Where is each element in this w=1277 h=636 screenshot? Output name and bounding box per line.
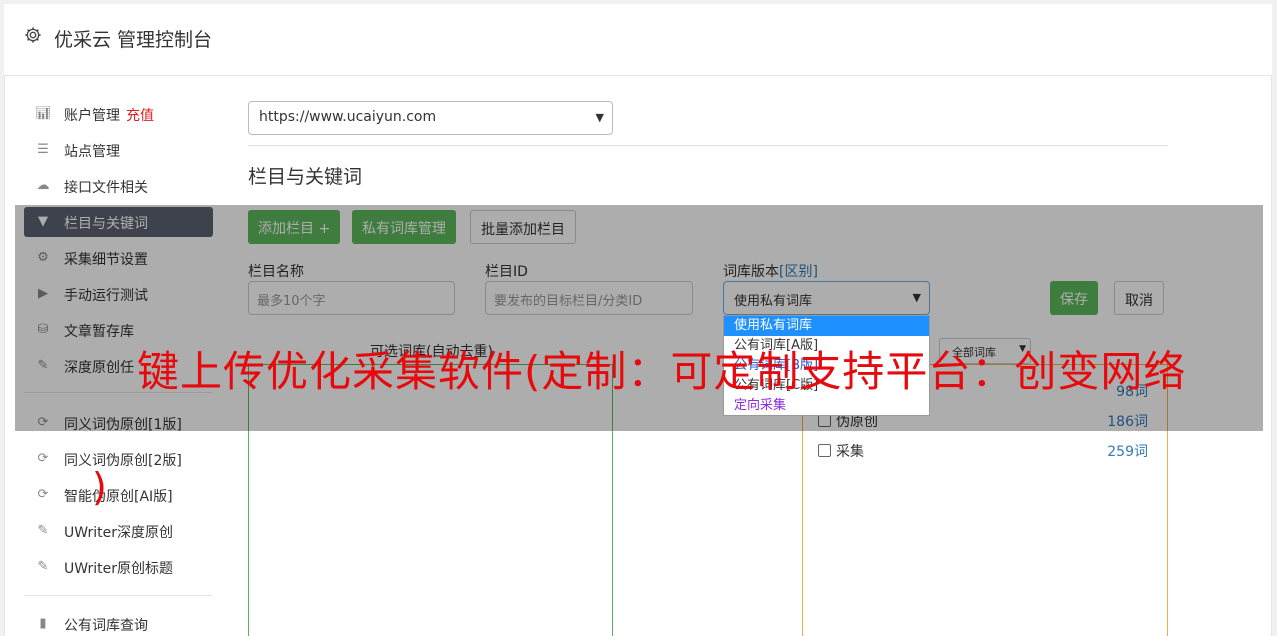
sidebar-item-uwriter-deep[interactable]: ✎ UWriter深度原创 — [24, 516, 213, 546]
server-icon: ☰ — [37, 142, 49, 157]
section-title: 栏目与关键词 — [248, 166, 363, 188]
cloud-upload-icon: ☁ — [36, 178, 50, 193]
divider — [248, 145, 1168, 146]
gear-icon — [25, 27, 41, 43]
sidebar-item-sites[interactable]: ☰ 站点管理 — [24, 135, 213, 165]
sidebar-item-label: UWriter原创标题 — [64, 561, 173, 577]
sidebar-divider — [24, 595, 213, 596]
page-title: 优采云 管理控制台 — [54, 29, 213, 51]
edit-icon: ✎ — [37, 523, 49, 538]
bar-chart-icon: 📊︎ — [35, 106, 52, 121]
sidebar-item-label: 公有词库查询 — [64, 618, 148, 634]
version-option[interactable]: 定向采集 — [724, 396, 929, 416]
site-select[interactable]: https://www.ucaiyun.com ▼ — [248, 101, 613, 135]
sidebar-item-interface-files[interactable]: ☁ 接口文件相关 — [24, 171, 213, 201]
sidebar-item-public-lib[interactable]: ▮ 公有词库查询 — [24, 609, 213, 636]
refresh-icon: ⟳ — [37, 451, 49, 466]
chevron-down-icon: ▼ — [595, 111, 604, 124]
sidebar-item-uwriter-title[interactable]: ✎ UWriter原创标题 — [24, 552, 213, 582]
sidebar-item-label: 同义词伪原创[2版] — [64, 453, 182, 469]
sidebar-item-synonym-v2[interactable]: ⟳ 同义词伪原创[2版] — [24, 444, 213, 474]
page-header: 优采云 管理控制台 — [4, 4, 1272, 76]
site-select-value: https://www.ucaiyun.com — [259, 109, 437, 125]
lib-count: 259词 — [1107, 444, 1148, 460]
sidebar-item-label: UWriter深度原创 — [64, 525, 173, 541]
sidebar-item-label: 智能伪原创[AI版] — [64, 489, 173, 505]
watermark-text-tail: ) — [92, 465, 107, 509]
lib-row: 采集 259词 — [818, 441, 1150, 461]
book-icon: ▮ — [39, 616, 47, 631]
watermark-text: 键上传优化采集软件(定制：可定制支持平台：创变网络 — [137, 347, 1187, 396]
sidebar-item-label: 账户管理 — [64, 108, 120, 124]
lib-checkbox[interactable] — [818, 444, 831, 457]
edit-icon: ✎ — [37, 559, 49, 574]
refresh-icon: ⟳ — [37, 487, 49, 502]
sidebar-item-ai-rewrite[interactable]: ⟳ 智能伪原创[AI版] — [24, 480, 213, 510]
version-option[interactable]: 使用私有词库 — [724, 316, 929, 336]
lib-name: 采集 — [836, 444, 864, 460]
recharge-link[interactable]: 充值 — [126, 108, 154, 124]
sidebar-item-label: 站点管理 — [64, 144, 120, 160]
sidebar-item-label: 接口文件相关 — [64, 180, 148, 196]
sidebar-item-account[interactable]: 📊︎ 账户管理 充值 — [24, 99, 213, 129]
